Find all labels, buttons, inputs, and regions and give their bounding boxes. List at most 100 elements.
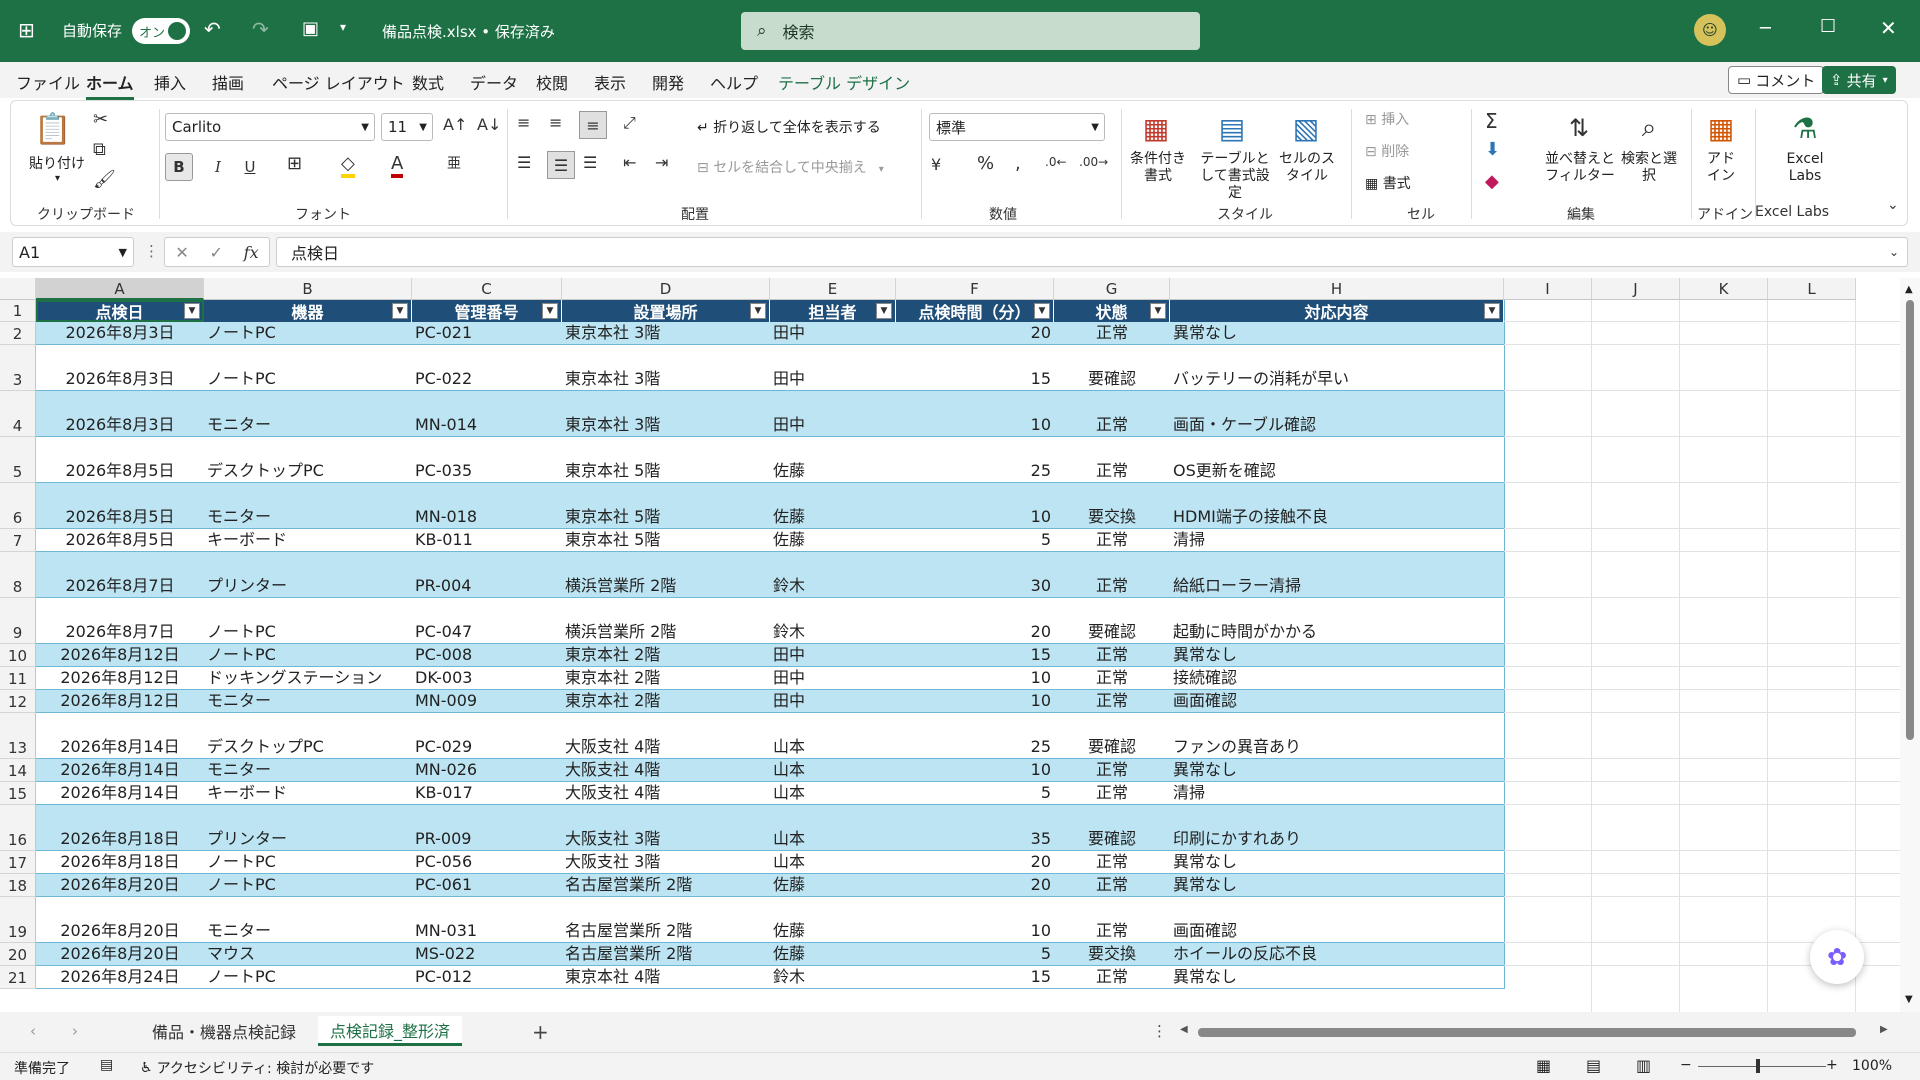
increase-indent-icon[interactable]: ⇥ (655, 153, 668, 172)
table-cell[interactable]: 2026年8月12日 (36, 667, 204, 690)
scroll-up-icon[interactable]: ▲ (1905, 284, 1913, 295)
table-cell[interactable]: 25 (896, 437, 1054, 483)
table-cell[interactable]: 鈴木 (770, 552, 896, 598)
scroll-left-icon[interactable]: ◀ (1180, 1024, 1188, 1035)
copilot-icon[interactable]: ✿ (1810, 930, 1864, 984)
comma-icon[interactable]: , (1015, 153, 1021, 174)
table-cell[interactable]: 山本 (770, 782, 896, 805)
table-cell[interactable]: 給紙ローラー清掃 (1170, 552, 1504, 598)
table-cell[interactable]: 名古屋営業所 2階 (562, 943, 770, 966)
currency-icon[interactable]: ¥ (931, 155, 941, 174)
row-header[interactable]: 18 (0, 874, 36, 897)
next-sheet-icon[interactable]: › (72, 1022, 78, 1040)
tab-draw[interactable]: 描画 (212, 70, 244, 94)
table-cell[interactable]: 2026年8月14日 (36, 759, 204, 782)
table-cell[interactable]: 鈴木 (770, 966, 896, 989)
paste-icon[interactable]: 📋 (34, 109, 71, 149)
bold-button[interactable]: B (165, 153, 193, 181)
table-cell[interactable]: 正常 (1054, 874, 1170, 897)
column-header-i[interactable]: I (1504, 278, 1592, 300)
table-cell[interactable]: 15 (896, 966, 1054, 989)
table-cell[interactable]: 2026年8月14日 (36, 782, 204, 805)
expand-formula-icon[interactable]: ⌄ (1889, 245, 1899, 259)
table-cell[interactable]: 正常 (1054, 552, 1170, 598)
addins-button[interactable]: アドイン (1701, 151, 1741, 185)
column-header-f[interactable]: F (896, 278, 1054, 300)
page-layout-view-icon[interactable]: ▤ (1586, 1056, 1601, 1075)
table-cell[interactable]: 2026年8月3日 (36, 345, 204, 391)
table-cell[interactable]: 佐藤 (770, 529, 896, 552)
table-cell[interactable]: ノートPC (204, 851, 412, 874)
table-cell[interactable]: 名古屋営業所 2階 (562, 874, 770, 897)
filter-dropdown-icon[interactable]: ▼ (876, 303, 892, 319)
table-cell[interactable]: 田中 (770, 644, 896, 667)
table-cell[interactable]: 2026年8月14日 (36, 713, 204, 759)
table-cell[interactable]: 山本 (770, 759, 896, 782)
page-break-view-icon[interactable]: ▥ (1636, 1056, 1651, 1075)
align-center-icon[interactable]: ☰ (547, 151, 575, 179)
tab-data[interactable]: データ (470, 70, 518, 94)
table-cell[interactable]: 大阪支社 3階 (562, 805, 770, 851)
table-cell[interactable]: ノートPC (204, 598, 412, 644)
table-cell[interactable]: 異常なし (1170, 759, 1504, 782)
table-cell[interactable]: PC-022 (412, 345, 562, 391)
table-cell[interactable]: 佐藤 (770, 483, 896, 529)
customize-qat-icon[interactable]: ▾ (340, 20, 346, 34)
scroll-right-icon[interactable]: ▶ (1880, 1024, 1888, 1035)
number-format-select[interactable]: 標準 ▼ (929, 113, 1105, 141)
vertical-scroll-thumb[interactable] (1906, 300, 1914, 740)
table-cell[interactable]: 正常 (1054, 644, 1170, 667)
prev-sheet-icon[interactable]: ‹ (30, 1022, 36, 1040)
table-cell[interactable]: 15 (896, 345, 1054, 391)
filter-dropdown-icon[interactable]: ▼ (750, 303, 766, 319)
table-cell[interactable]: 画面確認 (1170, 897, 1504, 943)
phonetic-icon[interactable]: 亜 (447, 153, 461, 173)
table-cell[interactable]: 田中 (770, 690, 896, 713)
zoom-in-icon[interactable]: + (1826, 1057, 1838, 1073)
quick-access-icon[interactable]: ▣ (302, 18, 319, 39)
tab-review[interactable]: 校閲 (536, 70, 568, 94)
tab-table-design[interactable]: テーブル デザイン (778, 70, 910, 94)
table-cell[interactable]: ドッキングステーション (204, 667, 412, 690)
column-header-d[interactable]: D (562, 278, 770, 300)
sort-filter-icon[interactable]: ⇅ (1559, 109, 1599, 147)
filter-dropdown-icon[interactable]: ▼ (1034, 303, 1050, 319)
italic-button[interactable]: I (205, 153, 231, 181)
align-left-icon[interactable]: ☰ (517, 153, 531, 172)
row-header[interactable]: 11 (0, 667, 36, 690)
table-cell[interactable]: 田中 (770, 667, 896, 690)
table-cell[interactable]: 鈴木 (770, 598, 896, 644)
undo-icon[interactable]: ↶ (204, 17, 221, 41)
table-cell[interactable]: MN-014 (412, 391, 562, 437)
table-cell[interactable]: 10 (896, 391, 1054, 437)
find-icon[interactable]: ⌕ (1629, 109, 1669, 147)
row-header[interactable]: 6 (0, 483, 36, 529)
table-header-cell[interactable]: 設置場所 ▼ (562, 300, 770, 322)
table-cell[interactable]: 要交換 (1054, 943, 1170, 966)
table-header-cell[interactable]: 機器 ▼ (204, 300, 412, 322)
table-cell[interactable]: 大阪支社 4階 (562, 782, 770, 805)
table-cell[interactable]: 起動に時間がかかる (1170, 598, 1504, 644)
table-cell[interactable]: ノートPC (204, 966, 412, 989)
flask-icon[interactable]: ⚗ (1785, 109, 1825, 147)
formula-input[interactable]: 点検日 ⌄ (276, 237, 1908, 267)
table-cell[interactable]: 5 (896, 529, 1054, 552)
enter-icon[interactable]: ✓ (210, 243, 223, 262)
table-cell[interactable]: 2026年8月20日 (36, 897, 204, 943)
table-cell[interactable]: 東京本社 2階 (562, 644, 770, 667)
table-cell[interactable]: 異常なし (1170, 966, 1504, 989)
table-cell[interactable]: モニター (204, 391, 412, 437)
table-cell[interactable]: ノートPC (204, 644, 412, 667)
format-as-table-icon[interactable]: ▤ (1211, 109, 1253, 147)
table-cell[interactable]: 画面・ケーブル確認 (1170, 391, 1504, 437)
table-cell[interactable]: 2026年8月5日 (36, 529, 204, 552)
column-header-j[interactable]: J (1592, 278, 1680, 300)
table-cell[interactable]: デスクトップPC (204, 713, 412, 759)
normal-view-icon[interactable]: ▦ (1536, 1056, 1551, 1075)
select-all-corner[interactable] (0, 278, 36, 300)
collapse-ribbon-icon[interactable]: ⌄ (1887, 197, 1899, 213)
row-header[interactable]: 21 (0, 966, 36, 989)
table-cell[interactable]: 正常 (1054, 322, 1170, 345)
close-icon[interactable]: ✕ (1880, 16, 1897, 40)
table-cell[interactable]: 10 (896, 667, 1054, 690)
